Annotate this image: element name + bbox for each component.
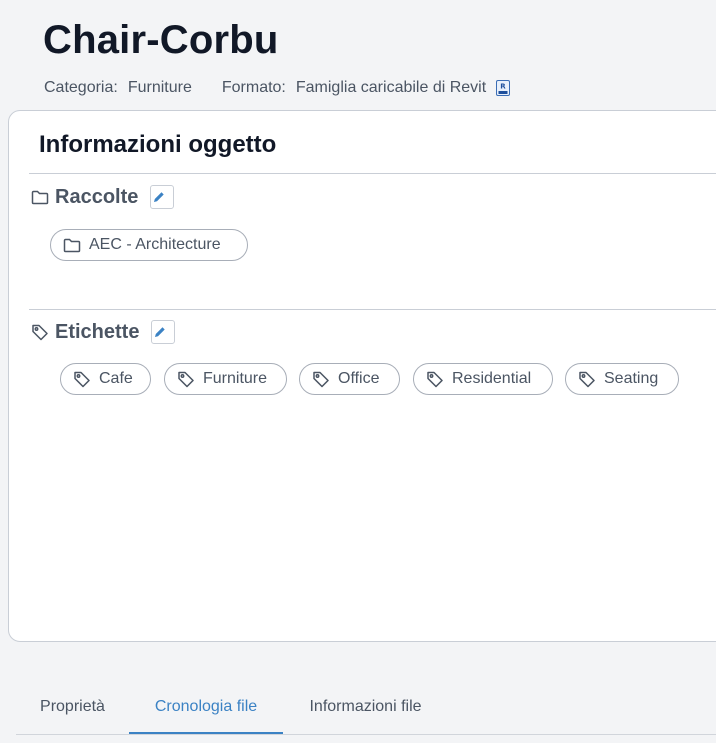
tag-icon: [74, 371, 90, 388]
collection-chip-label: AEC - Architecture: [89, 236, 221, 253]
edit-collections-button[interactable]: [150, 185, 175, 209]
format-label: Formato:: [221, 79, 286, 96]
object-info-card: Informazioni oggetto Raccolte AEC - Arch…: [8, 110, 716, 642]
category-label: Categoria:: [44, 79, 118, 96]
tags-section-header: Etichette: [31, 320, 176, 344]
tag-chip[interactable]: Office: [299, 363, 400, 395]
svg-text:R: R: [500, 83, 506, 91]
collections-heading: Raccolte: [55, 185, 139, 208]
tag-chip-label: Seating: [604, 370, 659, 387]
folder-icon: [31, 190, 49, 205]
tag-chip-label: Furniture: [203, 370, 268, 387]
tag-chip[interactable]: Residential: [413, 363, 553, 395]
divider: [29, 309, 716, 310]
tag-chip-label: Cafe: [99, 370, 133, 387]
tabs-divider: [16, 734, 716, 735]
tag-icon: [579, 371, 595, 388]
tag-chip-label: Office: [338, 370, 380, 387]
card-title: Informazioni oggetto: [39, 131, 277, 158]
tab-properties[interactable]: Proprietà: [16, 680, 129, 734]
format-value: Famiglia caricabile di Revit: [295, 79, 487, 96]
tab-file-info[interactable]: Informazioni file: [283, 680, 448, 734]
tag-icon: [313, 371, 329, 388]
tag-icon: [427, 371, 443, 388]
tab-file-history[interactable]: Cronologia file: [129, 680, 283, 735]
tag-chip[interactable]: Seating: [565, 363, 679, 395]
tag-chip-label: Residential: [452, 370, 532, 387]
tag-icon: [32, 324, 48, 341]
asset-meta: Categoria: Furniture Formato: Famiglia c…: [44, 79, 511, 97]
collection-chip[interactable]: AEC - Architecture: [50, 229, 248, 261]
page-title: Chair-Corbu: [43, 18, 279, 62]
revit-file-icon: R: [496, 80, 511, 96]
edit-tags-button[interactable]: [151, 320, 176, 344]
pencil-icon: [155, 327, 166, 337]
tags-heading: Etichette: [55, 320, 140, 343]
tag-chip[interactable]: Furniture: [164, 363, 287, 395]
tab-bar: Proprietà Cronologia file Informazioni f…: [16, 680, 716, 735]
pencil-icon: [154, 192, 165, 202]
category-value: Furniture: [127, 79, 192, 96]
tag-icon: [178, 371, 194, 388]
folder-icon: [63, 238, 81, 253]
divider: [29, 173, 716, 174]
collections-section-header: Raccolte: [31, 185, 175, 209]
tag-chip[interactable]: Cafe: [60, 363, 151, 395]
